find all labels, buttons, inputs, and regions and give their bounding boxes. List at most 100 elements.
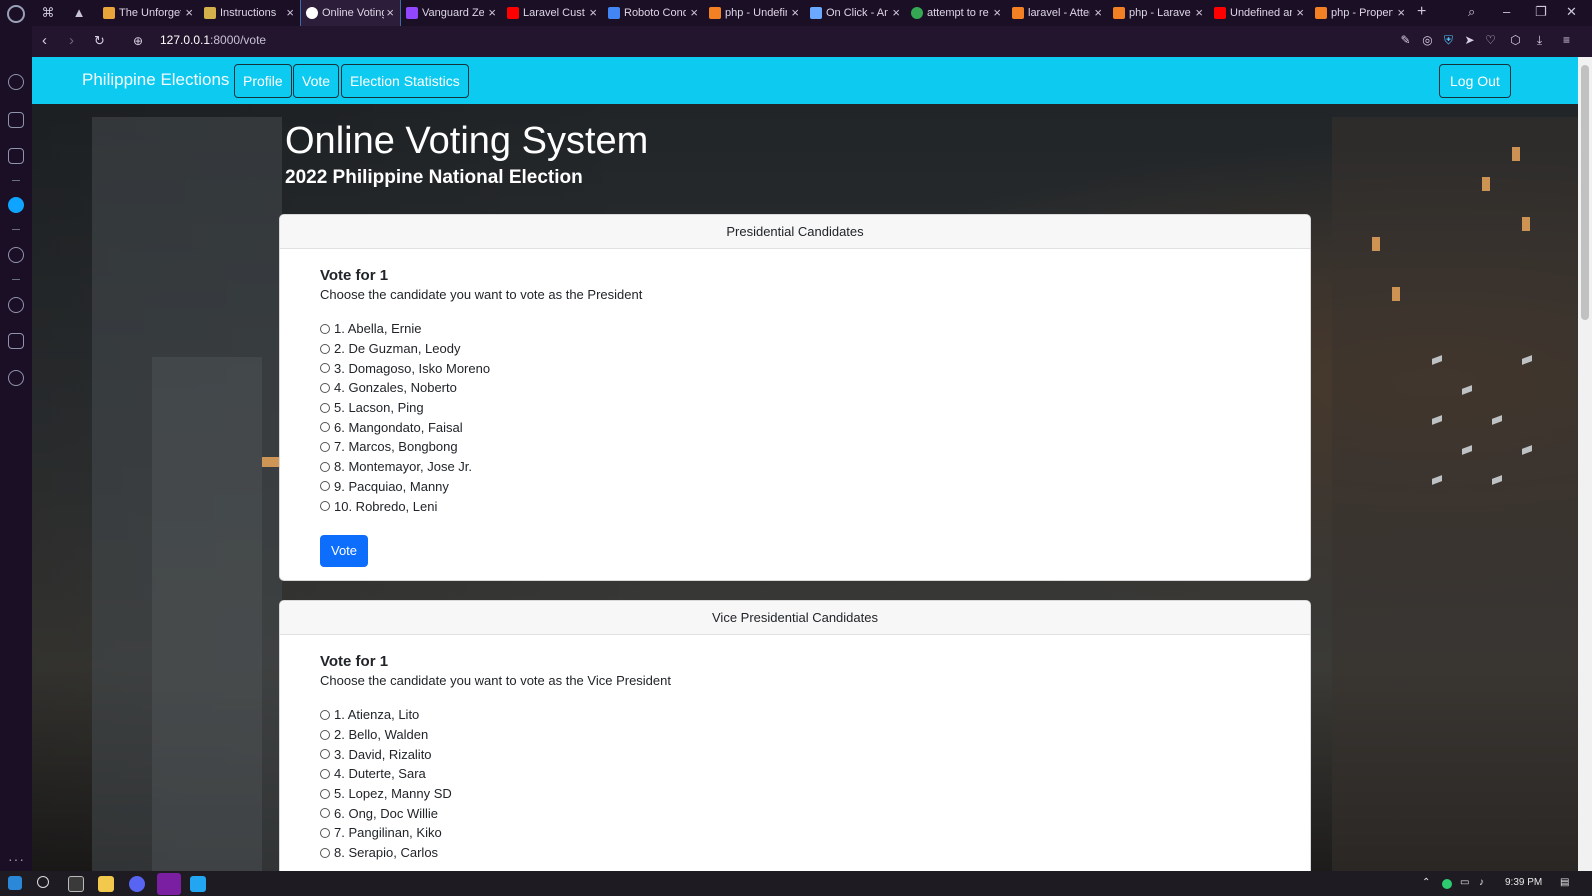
more-icon[interactable]: ··· <box>8 851 25 867</box>
speed-dial-icon[interactable] <box>8 74 24 90</box>
tab-workspaces-icon[interactable]: ⌘ <box>40 5 56 21</box>
radio-button[interactable] <box>320 788 330 799</box>
tab-8[interactable]: attempt to read × <box>906 0 1007 26</box>
heart-icon[interactable]: ♡ <box>1483 33 1498 48</box>
close-icon[interactable]: × <box>993 6 1001 19</box>
send-icon[interactable]: ➤ <box>1462 33 1477 48</box>
vscode-icon[interactable] <box>190 876 206 892</box>
windows-start-icon[interactable] <box>8 876 22 890</box>
messenger-icon[interactable] <box>8 197 24 213</box>
tab-0[interactable]: The Unforgettable × <box>98 0 199 26</box>
candidate-option[interactable]: 4. Gonzales, Noberto <box>320 378 1270 398</box>
close-icon[interactable]: × <box>286 6 294 19</box>
radio-button[interactable] <box>320 323 330 334</box>
radio-button[interactable] <box>320 749 330 760</box>
nav-profile-button[interactable]: Profile <box>234 64 292 98</box>
tab-3[interactable]: Vanguard Zero × <box>401 0 502 26</box>
scrollbar-thumb[interactable] <box>1581 65 1589 320</box>
media-icon[interactable] <box>8 247 24 263</box>
close-icon[interactable]: × <box>589 6 597 19</box>
candidate-option[interactable]: 5. Lacson, Ping <box>320 398 1270 418</box>
restore-icon[interactable]: ❐ <box>1535 4 1547 20</box>
close-icon[interactable]: × <box>892 6 900 19</box>
tab-7[interactable]: On Click - Angular × <box>805 0 906 26</box>
taskbar-app-icon[interactable] <box>68 876 84 892</box>
close-icon[interactable]: × <box>185 6 193 19</box>
search-tabs-icon[interactable]: ⌕ <box>1468 4 1475 20</box>
shield-icon[interactable]: ⛨ <box>1441 33 1456 48</box>
logout-button[interactable]: Log Out <box>1439 64 1511 98</box>
candidate-option[interactable]: 2. De Guzman, Leody <box>320 339 1270 359</box>
page-scrollbar[interactable] <box>1578 57 1592 871</box>
site-info-icon[interactable]: ⊕ <box>133 32 143 50</box>
nav-election-statistics-button[interactable]: Election Statistics <box>341 64 469 98</box>
candidate-option[interactable]: 5. Lopez, Manny SD <box>320 784 1270 804</box>
bookmarks-icon[interactable] <box>8 112 24 128</box>
vote-button[interactable]: Vote <box>320 534 368 567</box>
tab-12[interactable]: php - Property × <box>1310 0 1411 26</box>
box-icon[interactable] <box>8 333 24 349</box>
url-field[interactable]: 127.0.0.1:8000/vote <box>160 33 266 47</box>
twitch-icon[interactable] <box>8 148 24 164</box>
candidate-option[interactable]: 10. Robredo, Leni <box>320 496 1270 516</box>
radio-button[interactable] <box>320 461 330 472</box>
radio-button[interactable] <box>320 382 330 393</box>
candidate-option[interactable]: 8. Serapio, Carlos <box>320 843 1270 863</box>
tab-2-active[interactable]: Online Voting System× <box>300 0 401 26</box>
menu-icon[interactable]: ≡ <box>1559 33 1574 48</box>
candidate-option[interactable]: 6. Mangondato, Faisal <box>320 417 1270 437</box>
tab-5[interactable]: Roboto Condensed × <box>603 0 704 26</box>
radio-button[interactable] <box>320 729 330 740</box>
download-icon[interactable]: ⤓ <box>1532 33 1547 48</box>
pinned-tab-icon[interactable]: ▲ <box>71 5 87 21</box>
new-tab-icon[interactable]: + <box>1417 3 1426 21</box>
radio-button[interactable] <box>320 343 330 354</box>
radio-button[interactable] <box>320 402 330 413</box>
camera-icon[interactable]: ◎ <box>1420 33 1435 48</box>
file-explorer-icon[interactable] <box>98 876 114 892</box>
radio-button[interactable] <box>320 827 330 838</box>
tray-chevron-icon[interactable]: ⌃ <box>1422 877 1430 888</box>
back-icon[interactable]: ‹ <box>42 32 47 50</box>
notifications-icon[interactable]: ▤ <box>1560 877 1569 888</box>
radio-button[interactable] <box>320 363 330 374</box>
close-icon[interactable]: × <box>1195 6 1203 19</box>
radio-button[interactable] <box>320 808 330 819</box>
candidate-option[interactable]: 2. Bello, Walden <box>320 725 1270 745</box>
tab-9[interactable]: laravel - Attempt × <box>1007 0 1108 26</box>
radio-button[interactable] <box>320 441 330 452</box>
tab-4[interactable]: Laravel Custom × <box>502 0 603 26</box>
tab-1[interactable]: Instructions × <box>199 0 300 26</box>
clock-time[interactable]: 9:39 PM <box>1505 877 1542 888</box>
extensions-icon[interactable]: ⬡ <box>1508 33 1523 48</box>
search-icon[interactable] <box>37 876 49 888</box>
tab-10[interactable]: php - Laravel × <box>1108 0 1209 26</box>
candidate-option[interactable]: 4. Duterte, Sara <box>320 764 1270 784</box>
edit-icon[interactable]: ✎ <box>1398 33 1413 48</box>
radio-button[interactable] <box>320 422 330 433</box>
close-icon[interactable]: × <box>386 6 394 19</box>
volume-icon[interactable]: ♪ <box>1479 877 1484 888</box>
candidate-option[interactable]: 1. Atienza, Lito <box>320 705 1270 725</box>
radio-button[interactable] <box>320 501 330 512</box>
candidate-option[interactable]: 8. Montemayor, Jose Jr. <box>320 457 1270 477</box>
network-icon[interactable]: ▭ <box>1460 877 1469 888</box>
close-icon[interactable]: × <box>488 6 496 19</box>
reload-icon[interactable]: ↻ <box>94 32 105 50</box>
forward-icon[interactable]: › <box>69 32 74 50</box>
tab-11[interactable]: Undefined array × <box>1209 0 1310 26</box>
radio-button[interactable] <box>320 847 330 858</box>
close-icon[interactable]: × <box>791 6 799 19</box>
vivaldi-logo-icon[interactable] <box>7 5 25 23</box>
settings-icon[interactable] <box>8 370 24 386</box>
close-icon[interactable]: × <box>690 6 698 19</box>
close-icon[interactable]: × <box>1296 6 1304 19</box>
candidate-option[interactable]: 7. Marcos, Bongbong <box>320 437 1270 457</box>
nav-vote-button[interactable]: Vote <box>293 64 340 98</box>
close-icon[interactable]: × <box>1094 6 1102 19</box>
candidate-option[interactable]: 6. Ong, Doc Willie <box>320 803 1270 823</box>
radio-button[interactable] <box>320 768 330 779</box>
candidate-option[interactable]: 1. Abella, Ernie <box>320 319 1270 339</box>
close-icon[interactable]: × <box>1397 6 1405 19</box>
tray-status-icon[interactable] <box>1442 879 1452 889</box>
